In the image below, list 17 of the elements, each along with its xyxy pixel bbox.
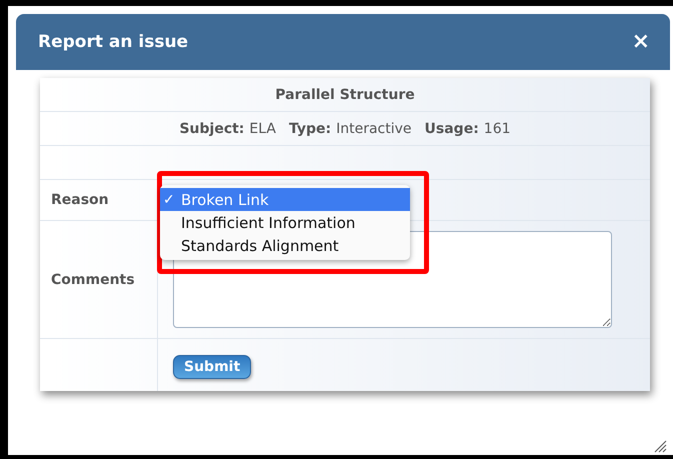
resize-grip-icon[interactable] [653, 439, 667, 453]
meta-value: Interactive [336, 120, 412, 136]
meta-label: Usage: [424, 120, 479, 136]
dialog-title: Report an issue [38, 32, 188, 52]
meta-label: Type: [288, 120, 332, 136]
submit-button[interactable]: Submit [173, 355, 252, 379]
meta-label: Subject: [179, 120, 244, 136]
dropdown-option[interactable]: Insufficient Information [160, 211, 410, 234]
meta-value: ELA [249, 120, 276, 136]
dropdown-option[interactable]: Standards Alignment [160, 234, 410, 257]
close-icon[interactable]: × [632, 31, 650, 53]
dropdown-option[interactable]: ✓ Broken Link [160, 188, 410, 211]
check-icon: ✓ [163, 192, 181, 208]
comments-label: Comments [40, 221, 158, 338]
resource-title: Parallel Structure [275, 86, 415, 102]
reason-label: Reason [40, 180, 158, 220]
meta-value: 161 [484, 120, 511, 136]
